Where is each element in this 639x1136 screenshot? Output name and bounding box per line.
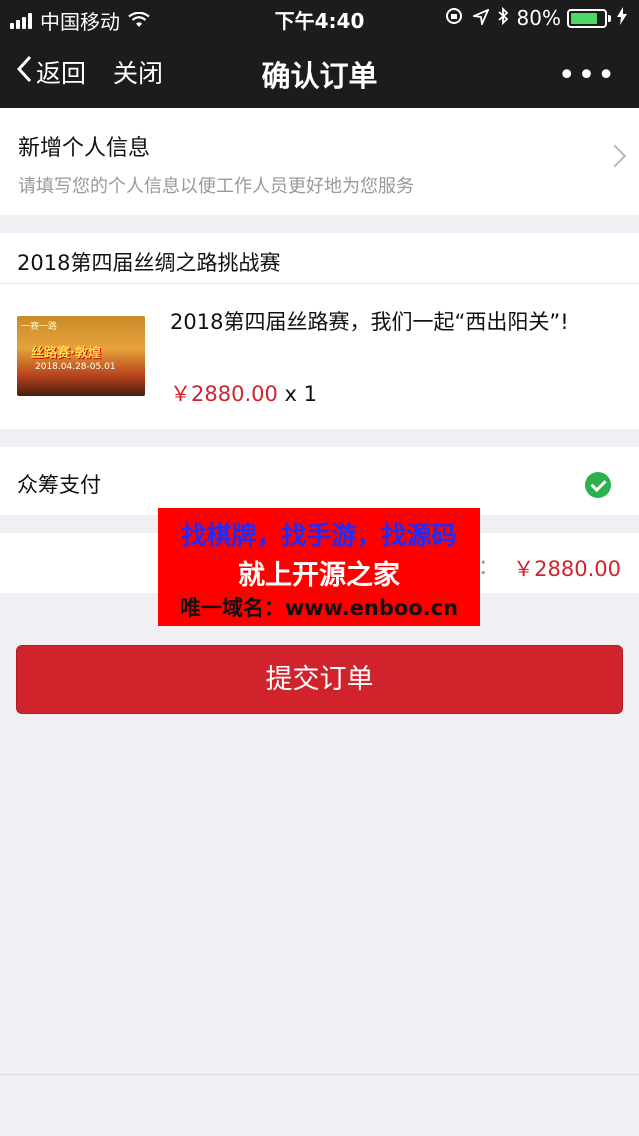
bluetooth-icon	[497, 6, 509, 30]
location-icon	[470, 6, 490, 30]
event-header: 2018第四届丝绸之路挑战赛	[17, 251, 281, 275]
page-title: 确认订单	[261, 59, 378, 93]
event-thumbnail: 一赛一路 丝路赛·敦煌 2018.04.28-05.01	[17, 316, 145, 396]
divider	[0, 283, 639, 284]
event-quantity: x 1	[284, 382, 317, 406]
event-name: 2018第四届丝路赛，我们一起“西出阳关”!	[170, 310, 569, 334]
event-thumbnail-banner: 丝路赛·敦煌	[31, 346, 101, 361]
orientation-lock-icon	[445, 6, 463, 30]
chevron-right-icon	[603, 144, 627, 168]
nav-bar: 返回 关闭 确认订单 •••	[0, 36, 639, 108]
divider	[0, 1074, 639, 1075]
event-card: 2018第四届丝绸之路挑战赛 一赛一路 丝路赛·敦煌 2018.04.28-05…	[0, 233, 639, 429]
battery-icon	[567, 8, 611, 28]
event-price: ￥2880.00	[170, 382, 278, 406]
event-price-line: ￥2880.00 x 1	[170, 378, 317, 408]
ad-line-2: 就上开源之家	[238, 560, 400, 591]
event-thumbnail-top: 一赛一路	[21, 322, 58, 332]
personal-info-description: 请填写您的个人信息以便工作人员更好地为您服务	[18, 176, 414, 197]
total-colon: ：	[478, 555, 499, 579]
more-options-icon[interactable]: •••	[558, 58, 617, 93]
check-icon[interactable]	[585, 472, 611, 498]
total-amount: ￥2880.00	[513, 557, 621, 581]
status-bar: 中国移动 下午4:40 80%	[0, 0, 639, 36]
ad-line-1: 找棋牌，找手游，找源码	[181, 521, 457, 550]
battery-percent: 80%	[516, 6, 561, 30]
submit-order-button[interactable]: 提交订单	[16, 645, 623, 714]
personal-info-title: 新增个人信息	[18, 136, 151, 161]
ad-overlay: 找棋牌，找手游，找源码 就上开源之家 唯一域名：www.enboo.cn	[158, 508, 480, 626]
event-thumbnail-dates: 2018.04.28-05.01	[35, 362, 116, 372]
payment-option-row[interactable]: 众筹支付	[0, 447, 639, 515]
ad-line-3: 唯一域名：www.enboo.cn	[179, 596, 459, 620]
charging-icon	[617, 6, 627, 30]
status-right: 80%	[445, 6, 627, 30]
payment-label: 众筹支付	[17, 473, 101, 497]
personal-info-row[interactable]: 新增个人信息 请填写您的个人信息以便工作人员更好地为您服务	[0, 108, 639, 215]
